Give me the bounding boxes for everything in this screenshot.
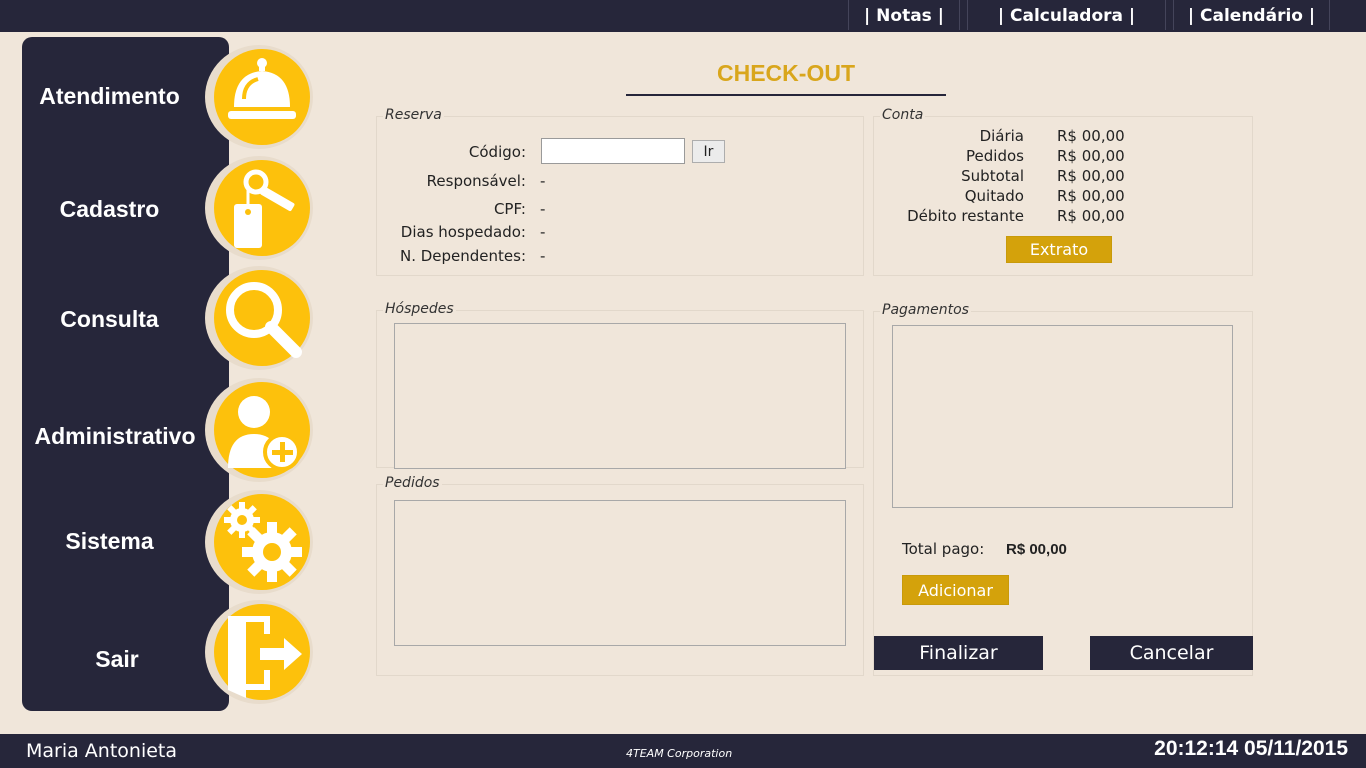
- conta-group-label: Conta: [880, 107, 926, 123]
- sidebar-item-label: Consulta: [60, 306, 159, 332]
- debito-restante-value: R$ 00,00: [1057, 207, 1125, 225]
- codigo-input[interactable]: [541, 138, 685, 164]
- diaria-value: R$ 00,00: [1057, 127, 1125, 145]
- page-title: CHECK-OUT: [717, 60, 855, 86]
- sidebar-item-label: Sair: [95, 646, 139, 672]
- title-underline: [626, 94, 946, 96]
- calendar-button[interactable]: | Calendário |: [1173, 0, 1330, 30]
- total-pago-label: Total pago:: [902, 540, 985, 558]
- pedidos-value: R$ 00,00: [1057, 147, 1125, 165]
- add-user-icon: [205, 378, 313, 482]
- cpf-value: -: [540, 200, 546, 218]
- finalizar-button[interactable]: Finalizar: [874, 636, 1043, 670]
- reserva-group-label: Reserva: [383, 107, 444, 123]
- diaria-label: Diária: [979, 127, 1024, 145]
- adicionar-button[interactable]: Adicionar: [902, 575, 1009, 605]
- subtotal-label: Subtotal: [961, 167, 1024, 185]
- dias-hospedado-value: -: [540, 223, 546, 241]
- pedidos-label: Pedidos: [966, 147, 1024, 165]
- calculator-button[interactable]: | Calculadora |: [967, 0, 1166, 30]
- pagamentos-list[interactable]: [892, 325, 1233, 508]
- top-bar: | Notas | | Calculadora | | Calendário |: [0, 0, 1366, 32]
- subtotal-value: R$ 00,00: [1057, 167, 1125, 185]
- quitado-value: R$ 00,00: [1057, 187, 1125, 205]
- user-name: Maria Antonieta: [26, 740, 178, 762]
- pedidos-group-label: Pedidos: [383, 475, 442, 491]
- key-tag-icon: [205, 156, 313, 260]
- corporation-label: 4TEAM Corporation: [626, 747, 733, 760]
- sidebar-item-administrativo[interactable]: Administrativo: [0, 378, 313, 488]
- sidebar-item-sistema[interactable]: Sistema: [0, 490, 313, 600]
- pedidos-list[interactable]: [394, 500, 846, 646]
- hospedes-list[interactable]: [394, 323, 846, 469]
- notes-button[interactable]: | Notas |: [848, 0, 960, 30]
- gears-icon: [205, 490, 313, 594]
- sidebar-item-label: Administrativo: [34, 423, 196, 449]
- pagamentos-group-label: Pagamentos: [880, 302, 971, 318]
- hospedes-group-label: Hóspedes: [383, 301, 456, 317]
- dependentes-value: -: [540, 247, 546, 265]
- datetime-display: 20:12:14 05/11/2015: [1154, 737, 1348, 760]
- sidebar-item-sair[interactable]: Sair: [0, 600, 313, 710]
- sidebar-item-consulta[interactable]: Consulta: [0, 266, 313, 376]
- responsavel-label: Responsável:: [426, 172, 526, 190]
- cpf-label: CPF:: [493, 200, 526, 218]
- exit-door-icon: [205, 600, 313, 704]
- magnifier-icon: [205, 266, 313, 370]
- codigo-label: Código:: [468, 143, 526, 161]
- total-pago-value: R$ 00,00: [1006, 541, 1067, 558]
- status-bar: Maria Antonieta 4TEAM Corporation 20:12:…: [0, 734, 1366, 768]
- sidebar-item-atendimento[interactable]: Atendimento: [0, 43, 313, 153]
- responsavel-value: -: [540, 172, 546, 190]
- cancelar-button[interactable]: Cancelar: [1090, 636, 1253, 670]
- extrato-button[interactable]: Extrato: [1006, 236, 1112, 263]
- sidebar-item-label: Cadastro: [59, 196, 160, 222]
- sidebar-item-label: Sistema: [65, 528, 154, 554]
- dias-hospedado-label: Dias hospedado:: [400, 223, 526, 241]
- quitado-label: Quitado: [964, 187, 1024, 205]
- service-bell-icon: [205, 45, 313, 149]
- dependentes-label: N. Dependentes:: [399, 247, 526, 265]
- sidebar-item-label: Atendimento: [39, 83, 180, 109]
- go-button[interactable]: Ir: [692, 140, 725, 163]
- debito-restante-label: Débito restante: [907, 207, 1024, 225]
- sidebar-item-cadastro[interactable]: Cadastro: [0, 156, 313, 266]
